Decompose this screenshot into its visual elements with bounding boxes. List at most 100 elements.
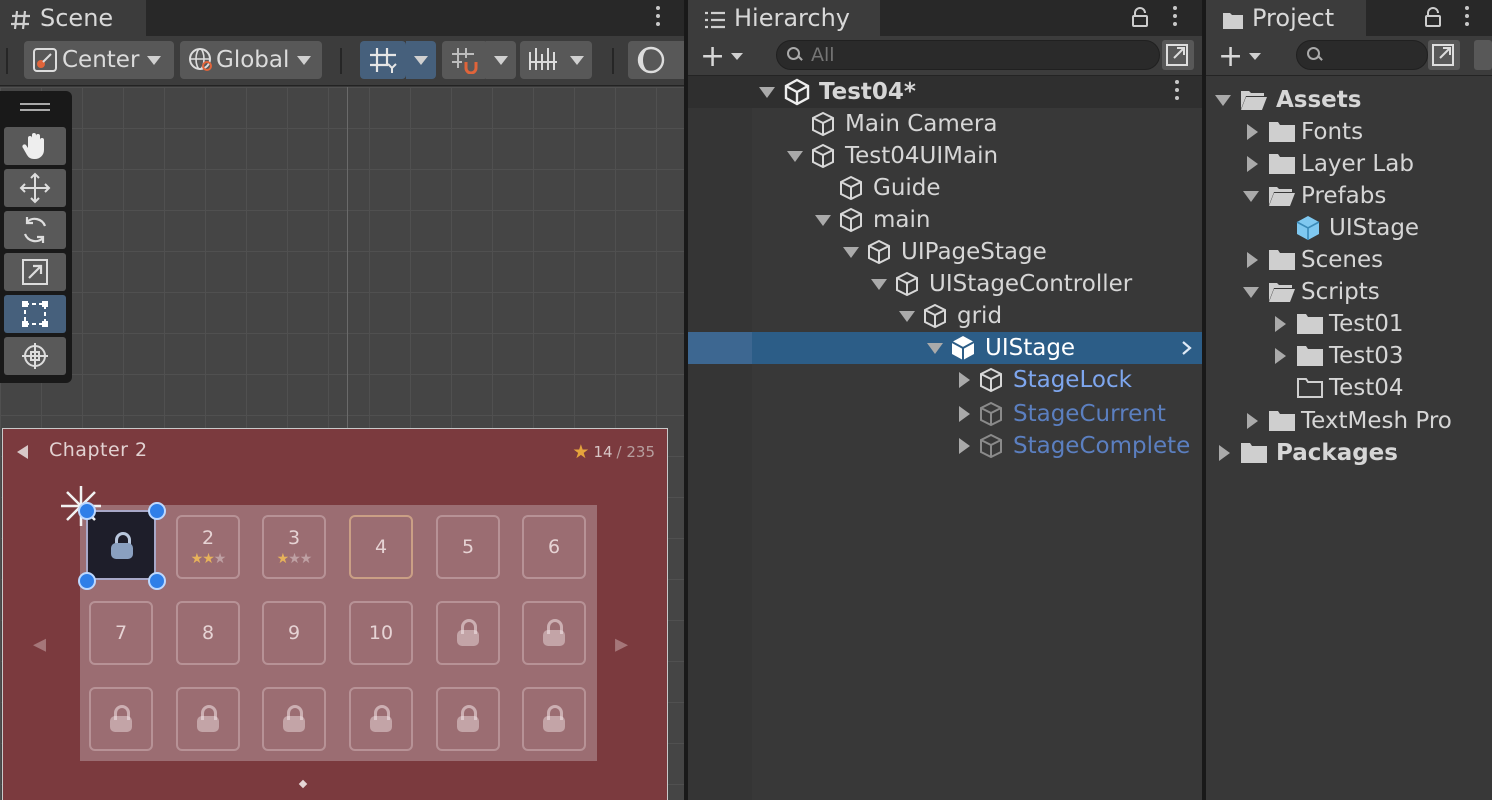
project-open-button[interactable]: [1428, 40, 1460, 70]
hierarchy-item[interactable]: grid: [688, 300, 1202, 332]
stage-cell[interactable]: 3 ★★★: [262, 515, 326, 579]
expand-arrow-icon[interactable]: [1242, 284, 1259, 300]
stage-cell-locked[interactable]: [89, 687, 153, 751]
collapsed-arrow-icon[interactable]: [956, 438, 972, 454]
project-filter-button[interactable]: [1474, 40, 1492, 70]
expand-arrow-icon[interactable]: [898, 308, 915, 324]
project-item[interactable]: Test03: [1206, 340, 1492, 372]
rect-handle-bottom-left[interactable]: [78, 572, 96, 590]
hierarchy-item[interactable]: Test04UIMain: [688, 140, 1202, 172]
tab-hierarchy[interactable]: Hierarchy: [688, 0, 880, 36]
stage-cell-locked[interactable]: [436, 601, 500, 665]
shading-mode-dropdown[interactable]: [628, 41, 684, 79]
project-search-input[interactable]: [1331, 44, 1421, 66]
create-asset-dropdown[interactable]: +: [1218, 39, 1272, 74]
stage-cell-locked[interactable]: [176, 687, 240, 751]
overlay-drag-handle[interactable]: [20, 103, 50, 111]
project-menu-icon[interactable]: [1464, 6, 1470, 30]
expand-arrow-icon[interactable]: [814, 212, 831, 228]
project-item[interactable]: Fonts: [1206, 116, 1492, 148]
collapsed-arrow-icon[interactable]: [1272, 348, 1288, 364]
collapsed-arrow-icon[interactable]: [1216, 445, 1232, 461]
chevron-right-icon[interactable]: [1180, 340, 1194, 356]
tab-scene[interactable]: Scene: [0, 0, 146, 36]
rotate-tool-button[interactable]: [4, 211, 66, 249]
project-item[interactable]: Assets: [1206, 84, 1492, 116]
expand-arrow-icon[interactable]: [1242, 188, 1259, 204]
project-item[interactable]: Scenes: [1206, 244, 1492, 276]
transform-tool-button[interactable]: [4, 337, 66, 375]
stage-cell[interactable]: 8: [176, 601, 240, 665]
rect-handle-top-right[interactable]: [148, 502, 166, 520]
ruler-options-dropdown[interactable]: [562, 41, 592, 79]
increment-snap-toggle[interactable]: [442, 41, 488, 79]
expand-arrow-icon[interactable]: [786, 148, 803, 164]
pivot-rotation-dropdown[interactable]: Global: [180, 41, 322, 79]
collapsed-arrow-icon[interactable]: [1244, 413, 1260, 429]
rect-handle-top-left[interactable]: [78, 502, 96, 520]
lock-icon[interactable]: [1424, 7, 1442, 27]
stage-cell-locked[interactable]: [262, 687, 326, 751]
hierarchy-menu-icon[interactable]: [1172, 6, 1178, 30]
hierarchy-item[interactable]: StageComplete: [688, 430, 1202, 462]
stage-cell[interactable]: 7: [89, 601, 153, 665]
collapsed-arrow-icon[interactable]: [1244, 156, 1260, 172]
project-item[interactable]: Prefabs: [1206, 180, 1492, 212]
expand-arrow-icon[interactable]: [926, 340, 943, 356]
rect-tool-button[interactable]: [4, 295, 66, 333]
hierarchy-item[interactable]: Main Camera: [688, 108, 1202, 140]
lock-icon[interactable]: [1131, 7, 1149, 27]
hierarchy-scene-row[interactable]: Test04*: [688, 76, 1202, 108]
stage-cell-locked[interactable]: [522, 687, 586, 751]
hierarchy-item[interactable]: main: [688, 204, 1202, 236]
project-item[interactable]: Packages: [1206, 437, 1492, 469]
grid-options-dropdown[interactable]: [406, 41, 436, 79]
project-item[interactable]: Test04: [1206, 372, 1492, 404]
hierarchy-item[interactable]: StageLock: [688, 364, 1202, 396]
hierarchy-item[interactable]: StageCurrent: [688, 398, 1202, 430]
stage-cell-current[interactable]: 4: [349, 515, 413, 579]
collapsed-arrow-icon[interactable]: [1272, 316, 1288, 332]
hierarchy-item[interactable]: UIStageController: [688, 268, 1202, 300]
stage-cell-locked[interactable]: [349, 687, 413, 751]
hierarchy-search[interactable]: [776, 40, 1160, 70]
grid-snap-toggle[interactable]: [360, 41, 406, 79]
scene-row-menu-icon[interactable]: [1174, 80, 1180, 104]
collapsed-arrow-icon[interactable]: [956, 372, 972, 388]
project-item[interactable]: Scripts: [1206, 276, 1492, 308]
expand-arrow-icon[interactable]: [1214, 92, 1231, 108]
collapsed-arrow-icon[interactable]: [1244, 124, 1260, 140]
expand-arrow-icon[interactable]: [758, 84, 775, 100]
stage-cell[interactable]: 2 ★★★: [176, 515, 240, 579]
hierarchy-search-input[interactable]: [811, 44, 1111, 66]
hierarchy-item-selected[interactable]: UIStage: [752, 332, 1202, 364]
hierarchy-item[interactable]: UIPageStage: [688, 236, 1202, 268]
stage-cell[interactable]: 9: [262, 601, 326, 665]
rect-handle-bottom-right[interactable]: [148, 572, 166, 590]
scene-menu-icon[interactable]: [655, 6, 661, 30]
stage-cell-locked[interactable]: [522, 601, 586, 665]
expand-arrow-icon[interactable]: [842, 244, 859, 260]
create-dropdown[interactable]: +: [700, 39, 754, 74]
stage-cell[interactable]: 10: [349, 601, 413, 665]
stage-cell-locked[interactable]: [436, 687, 500, 751]
ruler-toggle[interactable]: [520, 41, 566, 79]
scale-tool-button[interactable]: [4, 253, 66, 291]
collapsed-arrow-icon[interactable]: [1244, 252, 1260, 268]
pivot-mode-dropdown[interactable]: Center: [24, 41, 174, 79]
collapsed-arrow-icon[interactable]: [956, 406, 972, 422]
project-item[interactable]: Layer Lab: [1206, 148, 1492, 180]
project-item[interactable]: UIStage: [1206, 212, 1492, 244]
stage-cell[interactable]: 5: [436, 515, 500, 579]
hierarchy-item[interactable]: Guide: [688, 172, 1202, 204]
hierarchy-open-button[interactable]: [1162, 40, 1194, 70]
tab-project[interactable]: Project: [1206, 0, 1366, 36]
hand-tool-button[interactable]: [4, 127, 66, 165]
stage-cell[interactable]: 6: [522, 515, 586, 579]
project-item[interactable]: Test01: [1206, 308, 1492, 340]
expand-arrow-icon[interactable]: [870, 276, 887, 292]
snap-options-dropdown[interactable]: [486, 41, 516, 79]
move-tool-button[interactable]: [4, 169, 66, 207]
project-item[interactable]: TextMesh Pro: [1206, 405, 1492, 437]
project-search[interactable]: [1296, 40, 1428, 70]
